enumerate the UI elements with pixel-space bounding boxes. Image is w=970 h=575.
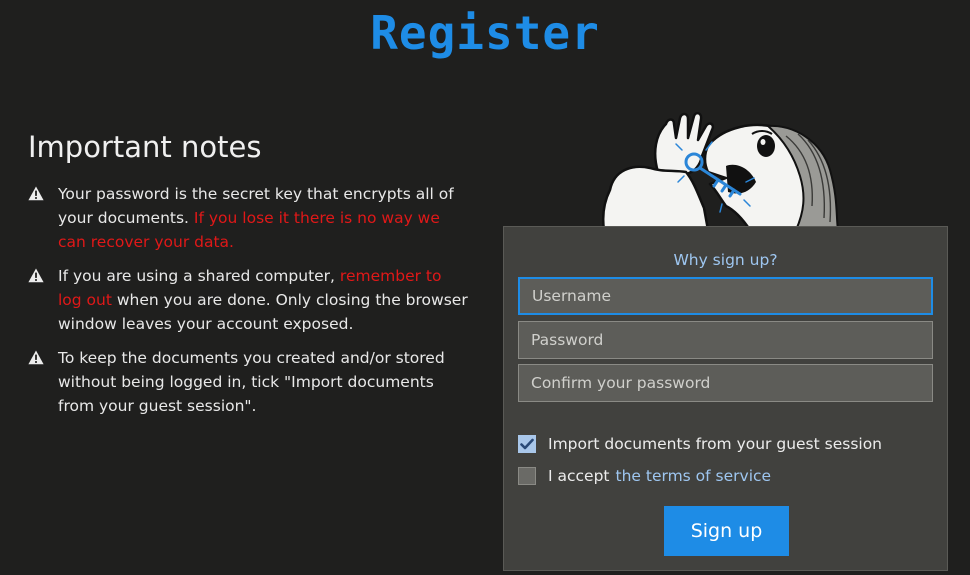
accept-terms-checkbox[interactable] (518, 467, 536, 485)
note-item: Your password is the secret key that enc… (28, 182, 468, 254)
warning-icon (28, 186, 44, 201)
checkmark-icon (520, 438, 534, 450)
sign-up-button[interactable]: Sign up (664, 506, 789, 556)
note-item: To keep the documents you created and/or… (28, 346, 468, 418)
warning-icon (28, 268, 44, 283)
note-text: If you are using a shared computer, (58, 267, 340, 285)
accept-terms-label: I accept (548, 467, 610, 485)
note-text-end: when you are done. Only closing the brow… (58, 291, 468, 333)
key-swallowing-illustration (602, 112, 840, 230)
important-notes: Important notes Your password is the sec… (28, 130, 468, 428)
signup-form-panel: Why sign up? Import documents from your … (503, 226, 948, 571)
import-documents-checkbox[interactable] (518, 435, 536, 453)
username-input[interactable] (518, 277, 933, 315)
warning-icon (28, 350, 44, 365)
notes-heading: Important notes (28, 130, 262, 164)
note-text: To keep the documents you created and/or… (58, 349, 445, 415)
page-title: Register (370, 6, 600, 60)
password-input[interactable] (518, 321, 933, 359)
import-documents-label: Import documents from your guest session (548, 435, 883, 453)
accept-terms-row: I accept the terms of service (518, 467, 771, 485)
why-sign-up-link[interactable]: Why sign up? (504, 251, 947, 269)
import-documents-row: Import documents from your guest session (518, 435, 882, 453)
terms-of-service-link[interactable]: the terms of service (616, 467, 772, 485)
note-item: If you are using a shared computer, reme… (28, 264, 468, 336)
confirm-password-input[interactable] (518, 364, 933, 402)
